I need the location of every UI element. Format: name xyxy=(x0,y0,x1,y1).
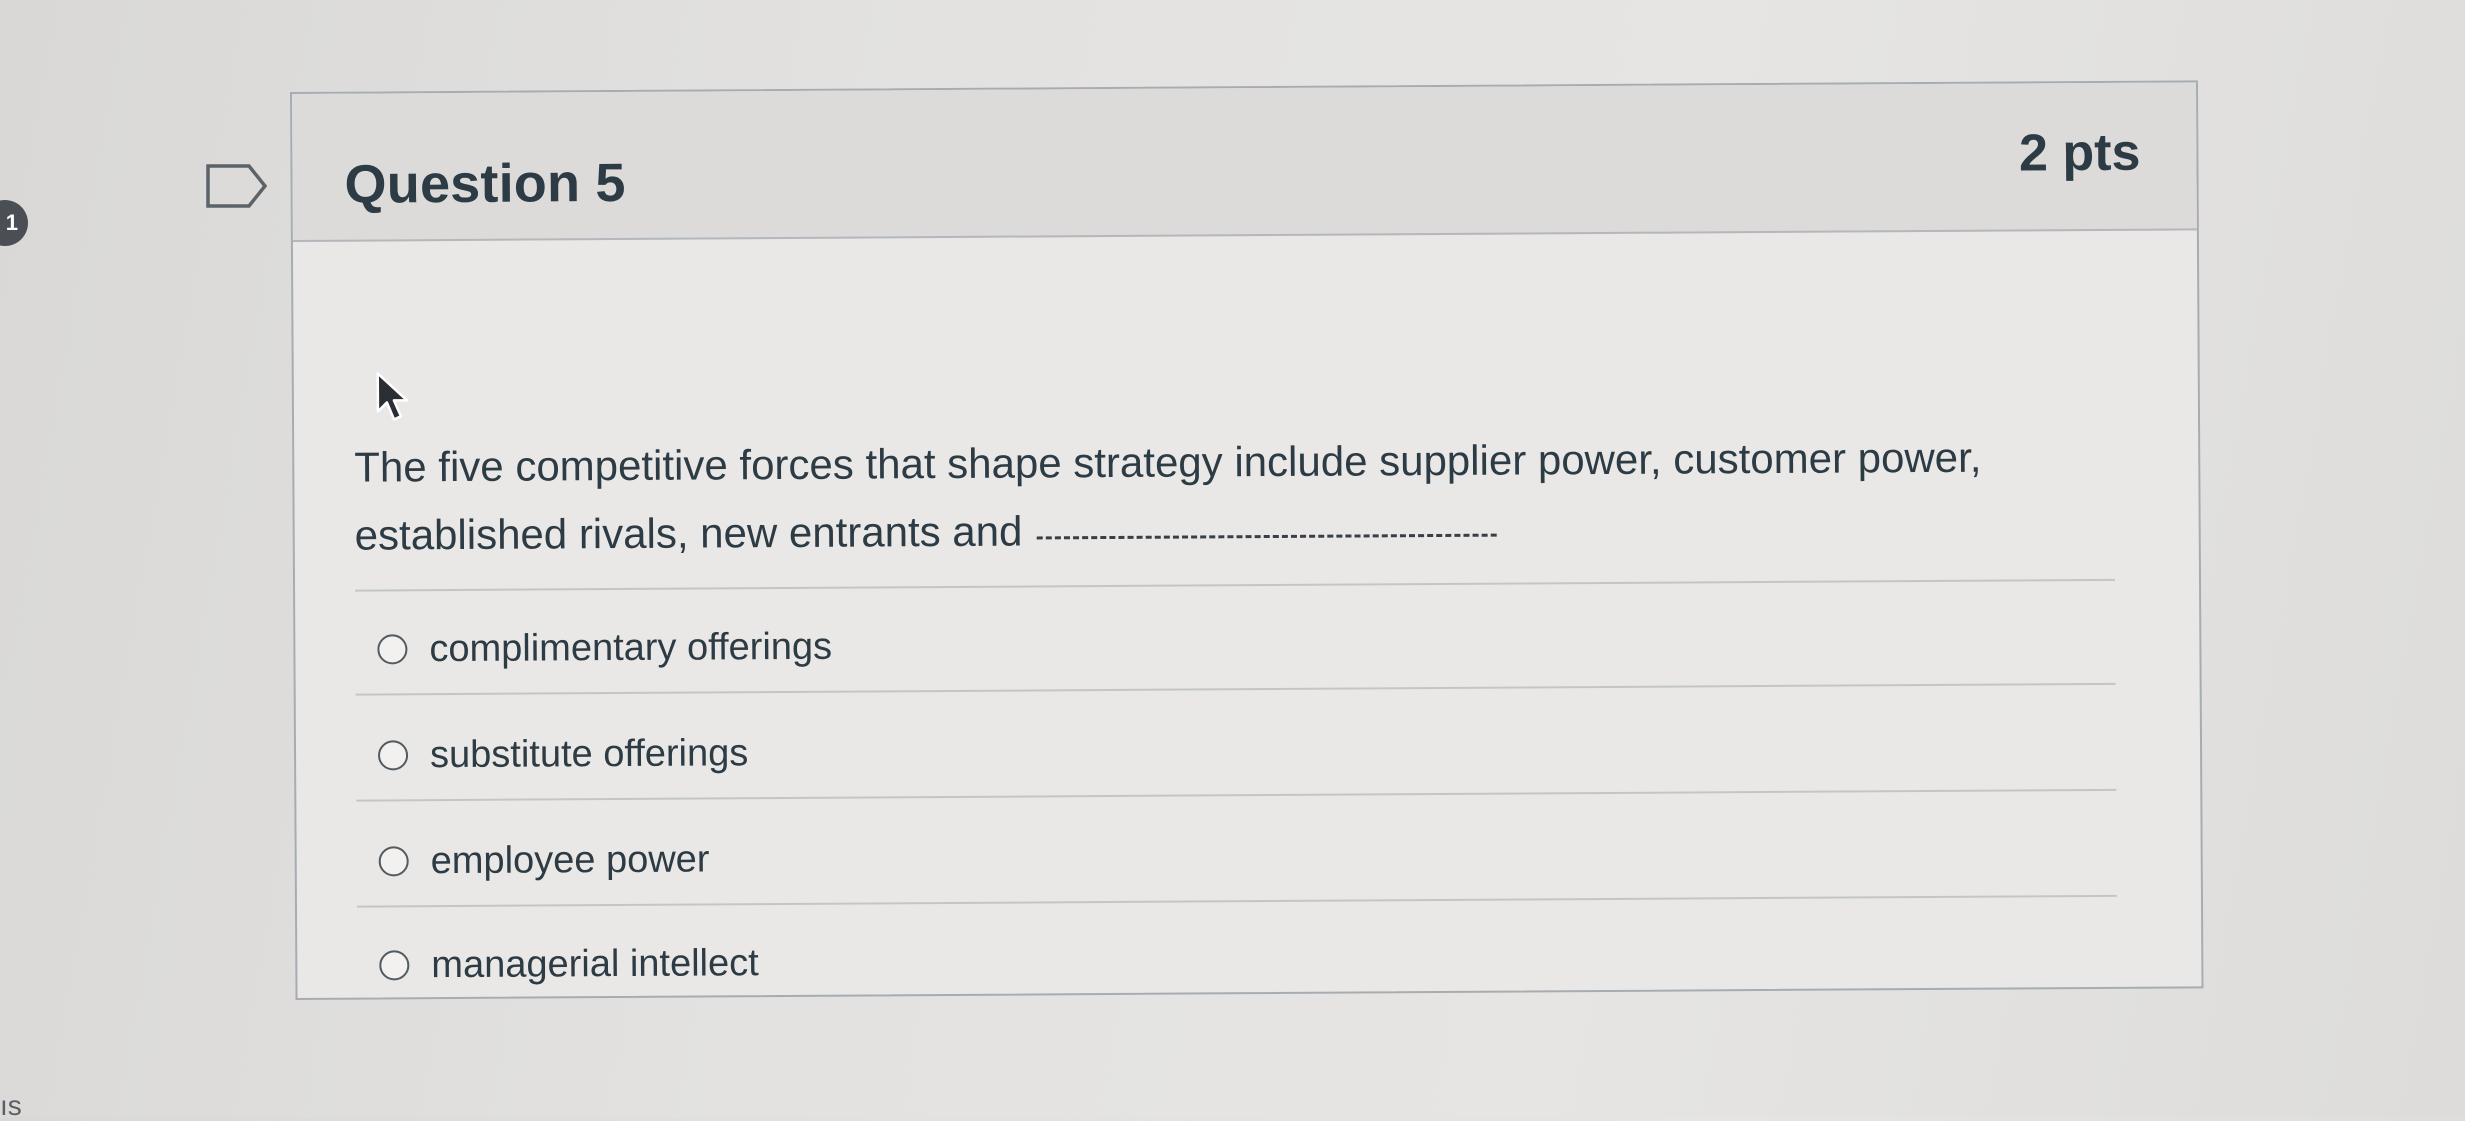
bookmark-flag-icon[interactable] xyxy=(205,163,269,209)
side-cropped-text: ıs xyxy=(0,1090,22,1121)
question-header: Question 5 2 pts xyxy=(292,82,2197,242)
answer-divider xyxy=(355,682,2116,696)
radio-button[interactable] xyxy=(377,740,409,771)
answer-option[interactable]: employee power xyxy=(357,829,710,891)
question-prompt-text: The five competitive forces that shape s… xyxy=(354,433,1982,559)
mouse-pointer-icon xyxy=(376,372,409,421)
answer-option[interactable]: substitute offerings xyxy=(356,723,749,785)
question-points: 2 pts xyxy=(2018,123,2141,183)
answer-divider xyxy=(356,788,2117,802)
answer-divider xyxy=(356,894,2117,908)
radio-button[interactable] xyxy=(379,950,410,981)
radio-button[interactable] xyxy=(377,634,408,665)
answer-option[interactable]: managerial intellect xyxy=(357,933,759,995)
question-title: Question 5 xyxy=(344,152,626,215)
radio-button[interactable] xyxy=(378,846,409,877)
answer-divider xyxy=(355,578,2116,592)
side-notification-badge: 1 xyxy=(0,200,28,246)
answer-label: complimentary offerings xyxy=(429,625,833,670)
question-card: Question 5 2 pts The five competitive fo… xyxy=(290,80,2204,1000)
answer-label: substitute offerings xyxy=(429,731,749,776)
answer-label: managerial intellect xyxy=(431,941,759,986)
answer-label: employee power xyxy=(430,837,710,882)
answer-option[interactable]: complimentary offerings xyxy=(355,617,832,680)
fill-in-blank xyxy=(1036,533,1497,540)
question-prompt: The five competitive forces that shape s… xyxy=(354,423,2115,570)
